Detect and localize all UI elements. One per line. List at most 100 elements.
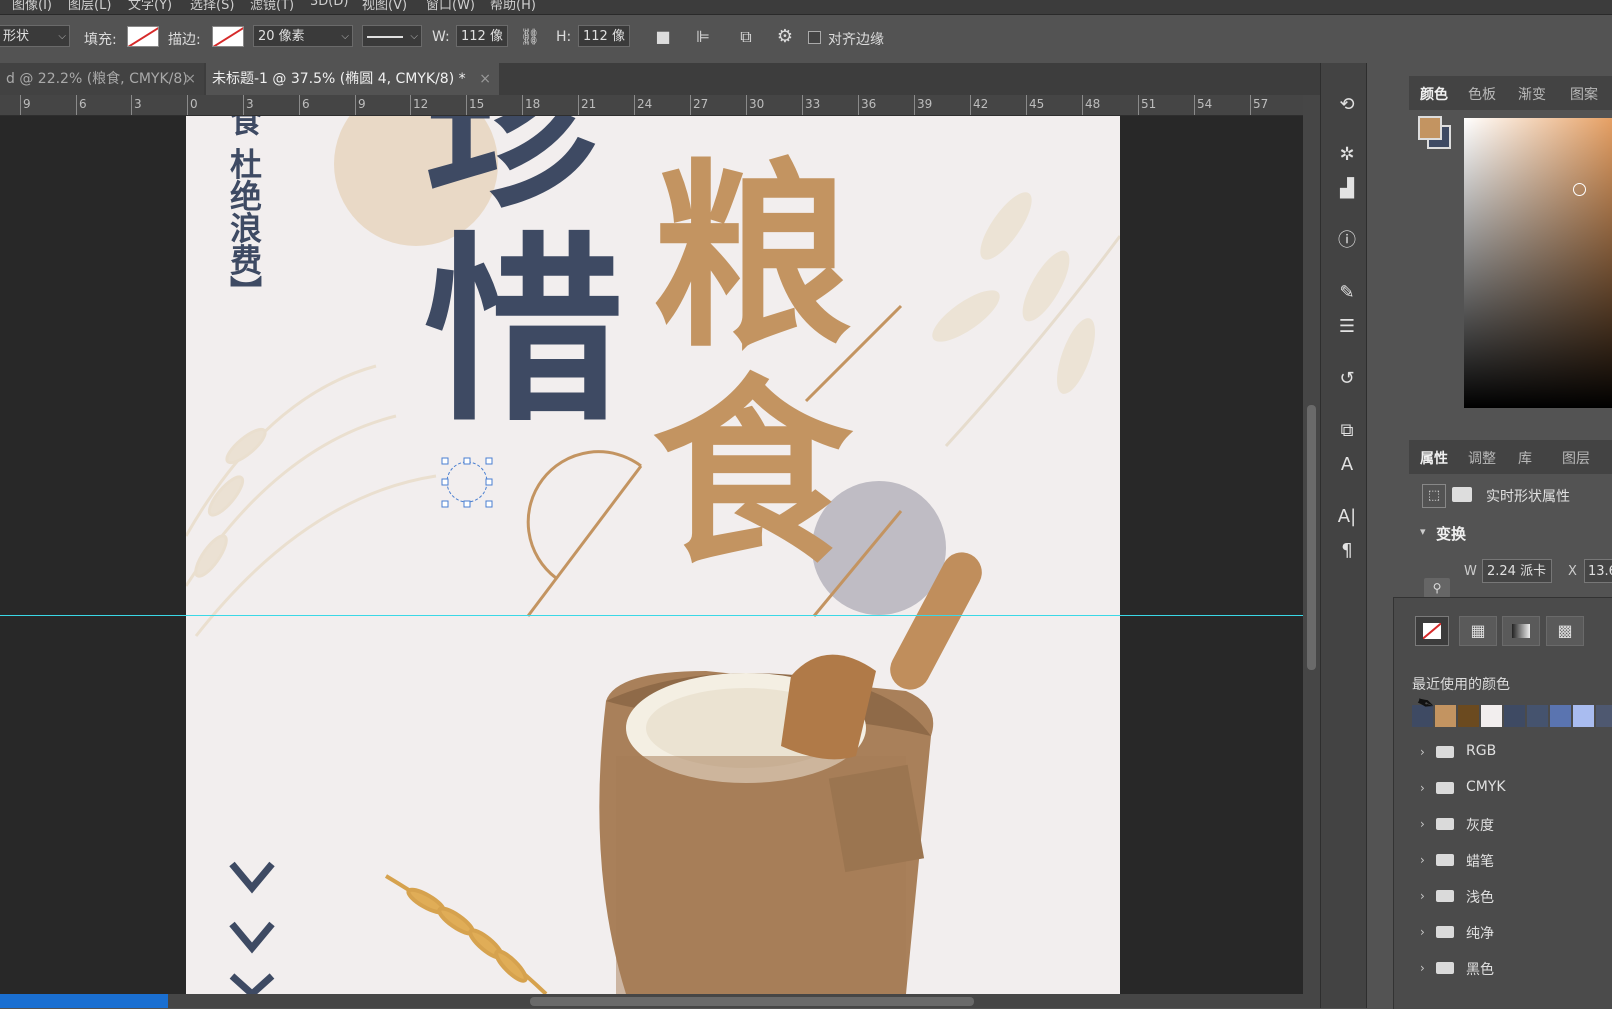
menu-image[interactable]: 图像(I) — [12, 0, 52, 13]
chevron-down-icon: ⌵ — [58, 31, 66, 42]
tab-gradients[interactable]: 渐变 — [1518, 84, 1546, 104]
folder-name: CMYK — [1466, 779, 1506, 795]
tab-adjustments[interactable]: 调整 — [1468, 448, 1496, 468]
document-canvas[interactable]: 食 杜绝浪费】 珍 惜 粮 食 — [186, 116, 1120, 994]
width-input[interactable]: 112 像 — [456, 25, 508, 47]
gear-icon[interactable]: ⚙ — [774, 26, 796, 47]
navigator-icon[interactable]: ✲ — [1333, 142, 1361, 168]
align-edges-checkbox[interactable] — [808, 31, 821, 44]
tab-label: 未标题-1 @ 37.5% (椭圆 4, CMYK/8) * — [212, 71, 466, 87]
ruler-tick: 39 — [914, 95, 932, 115]
transform-x-input[interactable]: 13.6 — [1584, 559, 1612, 583]
info-icon[interactable]: ⓘ — [1333, 228, 1361, 254]
history-icon[interactable]: ↺ — [1333, 366, 1361, 392]
height-input[interactable]: 112 像 — [578, 25, 630, 47]
panel-icon-strip — [1320, 63, 1366, 1008]
tab-properties[interactable]: 属性 — [1420, 448, 1448, 468]
canvas-area[interactable]: 食 杜绝浪费】 珍 惜 粮 食 — [0, 116, 1303, 994]
menu-select[interactable]: 选择(S) — [190, 0, 234, 13]
tab-document-2[interactable]: 未标题-1 @ 37.5% (椭圆 4, CMYK/8) * × — [206, 63, 499, 95]
fill-swatch[interactable] — [127, 26, 159, 47]
transform-section-title[interactable]: 变换 — [1436, 523, 1466, 544]
brush-settings-icon[interactable]: ✎ — [1333, 280, 1361, 306]
close-icon[interactable]: × — [184, 63, 196, 95]
ruler-tick: 54 — [1194, 95, 1212, 115]
path-arrangement-icon[interactable]: ⧉ — [733, 27, 759, 47]
swatch-folder-pure[interactable]: › 纯净 — [1412, 916, 1612, 950]
stroke-width-input[interactable]: 20 像素 ⌵ — [253, 25, 353, 47]
chevron-right-icon: › — [1420, 745, 1425, 759]
clone-source-icon[interactable]: ⧉ — [1333, 418, 1361, 444]
menu-view[interactable]: 视图(V) — [362, 0, 407, 13]
recent-colors-row — [1412, 705, 1612, 727]
stroke-label: 描边: — [168, 32, 201, 48]
menu-3d[interactable]: 3D(D) — [310, 0, 348, 9]
swatch-folder-grayscale[interactable]: › 灰度 — [1412, 808, 1612, 842]
color-picker-cursor[interactable] — [1573, 183, 1586, 196]
swatch-folder-dark[interactable]: › 黑色 — [1412, 952, 1612, 986]
tab-patterns[interactable]: 图案 — [1570, 84, 1598, 104]
paragraph-icon[interactable]: ¶ — [1333, 538, 1361, 564]
tab-swatches[interactable]: 色板 — [1468, 84, 1496, 104]
swatch-folder-rgb[interactable]: › RGB — [1412, 736, 1612, 770]
menu-help[interactable]: 帮助(H) — [490, 0, 536, 13]
transform-width-input[interactable]: 2.24 派卡 — [1482, 559, 1552, 583]
chevron-down-icon — [229, 861, 275, 994]
recent-color-swatch[interactable] — [1481, 705, 1502, 727]
pattern-button[interactable]: ▩ — [1546, 616, 1584, 646]
ruler-tick: 30 — [746, 95, 764, 115]
close-icon[interactable]: × — [479, 63, 491, 95]
recent-color-swatch[interactable] — [1458, 705, 1479, 727]
adjustments-icon[interactable]: ☰ — [1333, 314, 1361, 340]
wheat-decoration-left — [186, 364, 437, 637]
gradient-icon — [1512, 624, 1530, 638]
path-alignment-icon[interactable]: ⊫ — [692, 27, 714, 46]
swatch-folder-light[interactable]: › 浅色 — [1412, 880, 1612, 914]
align-edges-label: 对齐边缘 — [828, 32, 884, 48]
tool-mode-select[interactable]: 形状 ⌵ — [0, 25, 70, 47]
width-value: 112 像 — [461, 29, 503, 44]
menu-window[interactable]: 窗口(W) — [426, 0, 475, 13]
tab-color[interactable]: 颜色 — [1420, 84, 1448, 104]
ruler-tick: 0 — [187, 95, 198, 115]
link-icon[interactable]: ⛓ — [518, 27, 542, 46]
live-shape-label: 实时形状属性 — [1486, 489, 1570, 505]
char-shi: 食 — [652, 356, 853, 591]
ruler-tick: 24 — [634, 95, 652, 115]
path-operations-icon[interactable]: ■ — [652, 27, 674, 46]
gradient-button[interactable] — [1502, 616, 1540, 646]
recent-color-swatch[interactable] — [1596, 705, 1612, 727]
folder-icon — [1436, 962, 1454, 974]
link-icon[interactable]: ⚲ — [1424, 578, 1450, 598]
tab-document-1[interactable]: d @ 22.2% (粮食, CMYK/8) × — [0, 63, 204, 95]
history-panel-icon[interactable]: ⟲ — [1333, 92, 1361, 118]
horizontal-scroll-thumb[interactable] — [530, 997, 974, 1006]
menu-type[interactable]: 文字(Y) — [128, 0, 172, 13]
tab-libraries[interactable]: 库 — [1518, 448, 1532, 468]
solid-color-button[interactable]: ▦ — [1459, 616, 1497, 646]
swatch-folder-pastel[interactable]: › 蜡笔 — [1412, 844, 1612, 878]
recent-color-swatch[interactable] — [1435, 705, 1456, 727]
recent-color-swatch[interactable] — [1573, 705, 1594, 727]
histogram-icon[interactable]: ▟ — [1333, 176, 1361, 202]
ruler-tick: 27 — [690, 95, 708, 115]
menu-filter[interactable]: 滤镜(T) — [250, 0, 294, 13]
stroke-swatch[interactable] — [212, 26, 244, 47]
foreground-color-swatch[interactable] — [1418, 116, 1442, 140]
stroke-type-select[interactable]: ⌵ — [362, 25, 422, 47]
chevron-right-icon: › — [1420, 781, 1425, 795]
swatch-folder-cmyk[interactable]: › CMYK — [1412, 772, 1612, 806]
vertical-scroll-thumb[interactable] — [1307, 405, 1316, 670]
character-icon[interactable]: A| — [1333, 504, 1361, 530]
recent-color-swatch[interactable] — [1527, 705, 1548, 727]
recent-color-swatch[interactable] — [1504, 705, 1525, 727]
menu-layer[interactable]: 图层(L) — [68, 0, 111, 13]
no-color-button[interactable] — [1415, 616, 1449, 646]
chevron-down-icon[interactable]: ▾ — [1420, 525, 1426, 538]
color-picker-field[interactable] — [1464, 118, 1612, 408]
horizontal-ruler: 9 6 3 0 3 6 9 12 15 18 21 24 27 30 33 36… — [0, 95, 1303, 116]
recent-color-swatch[interactable] — [1550, 705, 1571, 727]
horizontal-guide[interactable] — [0, 615, 1303, 616]
tab-layers[interactable]: 图层 — [1562, 448, 1590, 468]
glyphs-icon[interactable]: A — [1333, 452, 1361, 478]
